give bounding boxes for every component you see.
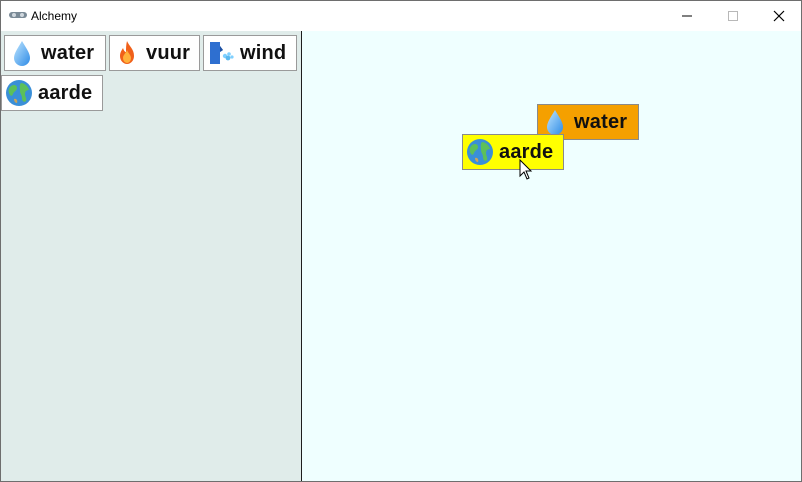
fire-icon <box>120 41 134 64</box>
palette-item-label: water <box>41 41 95 64</box>
maximize-icon <box>728 11 738 21</box>
canvas-item-aarde[interactable]: aarde <box>462 134 564 170</box>
maximize-button[interactable] <box>710 1 756 31</box>
palette-item-water[interactable]: water <box>4 35 106 71</box>
palette-item-label: wind <box>240 41 287 64</box>
palette-item-aarde[interactable]: aarde <box>1 75 103 111</box>
water-drop-icon <box>14 41 30 66</box>
minimize-button[interactable] <box>664 1 710 31</box>
palette-item-wind[interactable]: wind <box>203 35 297 71</box>
app-window: Alchemy water vuur wind aarde water aard… <box>0 0 802 482</box>
close-icon <box>773 10 785 22</box>
palette-item-vuur[interactable]: vuur <box>109 35 200 71</box>
app-icon <box>9 12 27 18</box>
element-palette: water vuur wind aarde <box>1 31 302 481</box>
palette-item-label: vuur <box>146 41 191 64</box>
workspace-canvas[interactable]: water aarde <box>302 31 801 481</box>
wind-icon <box>210 42 234 64</box>
minimize-icon <box>682 15 692 17</box>
canvas-item-label: water <box>574 110 628 133</box>
water-drop-icon <box>547 110 563 135</box>
palette-item-label: aarde <box>38 81 93 104</box>
window-title: Alchemy <box>31 9 78 23</box>
earth-globe-icon <box>6 80 32 106</box>
earth-globe-icon <box>467 139 493 165</box>
mouse-pointer-icon <box>519 159 533 180</box>
title-bar: Alchemy <box>1 1 801 31</box>
close-button[interactable] <box>756 1 802 31</box>
